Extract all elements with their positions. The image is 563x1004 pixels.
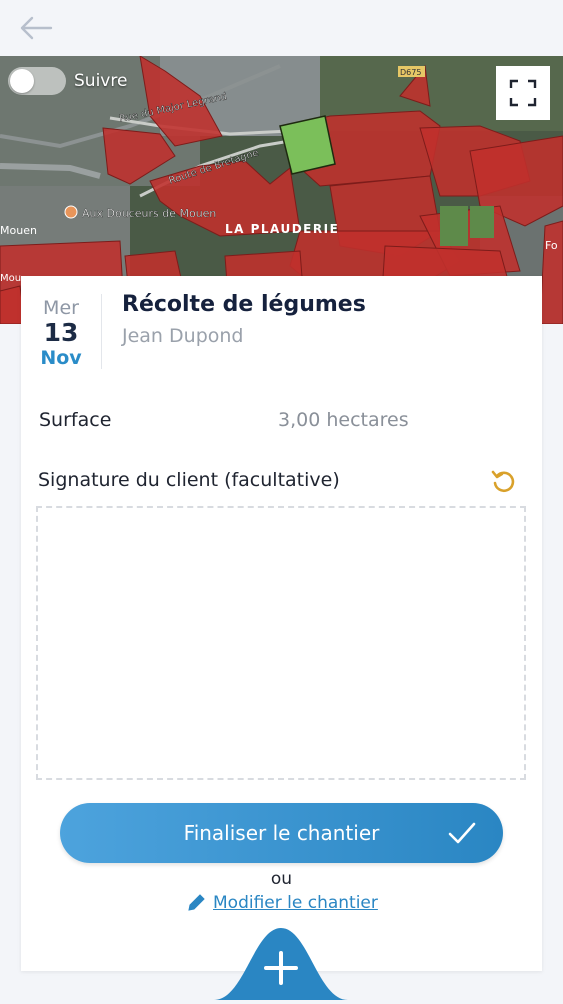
job-card: Mer 13 Nov Récolte de légumes Jean Dupon… xyxy=(21,276,542,971)
signature-pad[interactable] xyxy=(36,506,526,780)
town-label: Mou xyxy=(0,273,21,284)
surface-value: 3,00 hectares xyxy=(278,409,409,431)
back-button[interactable] xyxy=(18,14,58,44)
follow-toggle[interactable]: Suivre xyxy=(8,66,127,96)
finalize-label: Finaliser le chantier xyxy=(183,821,380,845)
follow-label: Suivre xyxy=(74,71,128,91)
reset-signature-button[interactable] xyxy=(490,467,518,495)
pencil-icon xyxy=(188,894,205,911)
modify-link[interactable]: Modifier le chantier xyxy=(186,893,378,913)
signature-label: Signature du client (facultative) xyxy=(38,469,340,491)
date-block: Mer 13 Nov xyxy=(21,296,101,370)
town-label: Fo xyxy=(545,239,558,252)
road-label: D675 xyxy=(400,68,421,77)
arrow-left-icon xyxy=(20,16,53,40)
date-divider xyxy=(101,294,102,369)
client-name: Jean Dupond xyxy=(122,325,244,347)
job-title: Récolte de légumes xyxy=(122,292,366,317)
place-label: LA PLAUDERIE xyxy=(225,222,339,236)
day-of-week: Mer xyxy=(43,297,79,319)
checkmark-icon xyxy=(448,822,476,844)
switch-knob xyxy=(10,69,34,93)
fullscreen-button[interactable] xyxy=(496,66,550,120)
poi-pin-icon xyxy=(64,205,78,219)
month: Nov xyxy=(40,347,82,369)
top-bar xyxy=(0,0,563,56)
surface-label: Surface xyxy=(39,409,112,431)
undo-icon xyxy=(491,470,515,493)
finalize-button[interactable]: Finaliser le chantier xyxy=(60,803,503,863)
fullscreen-icon xyxy=(509,79,537,107)
add-button[interactable] xyxy=(214,928,348,1000)
follow-switch[interactable] xyxy=(8,67,66,95)
day-number: 13 xyxy=(43,318,79,347)
poi-label: Aux Douceurs de Mouen xyxy=(82,207,216,220)
or-text: ou xyxy=(270,869,293,889)
modify-label: Modifier le chantier xyxy=(213,893,378,913)
town-label: Mouen xyxy=(0,224,37,237)
